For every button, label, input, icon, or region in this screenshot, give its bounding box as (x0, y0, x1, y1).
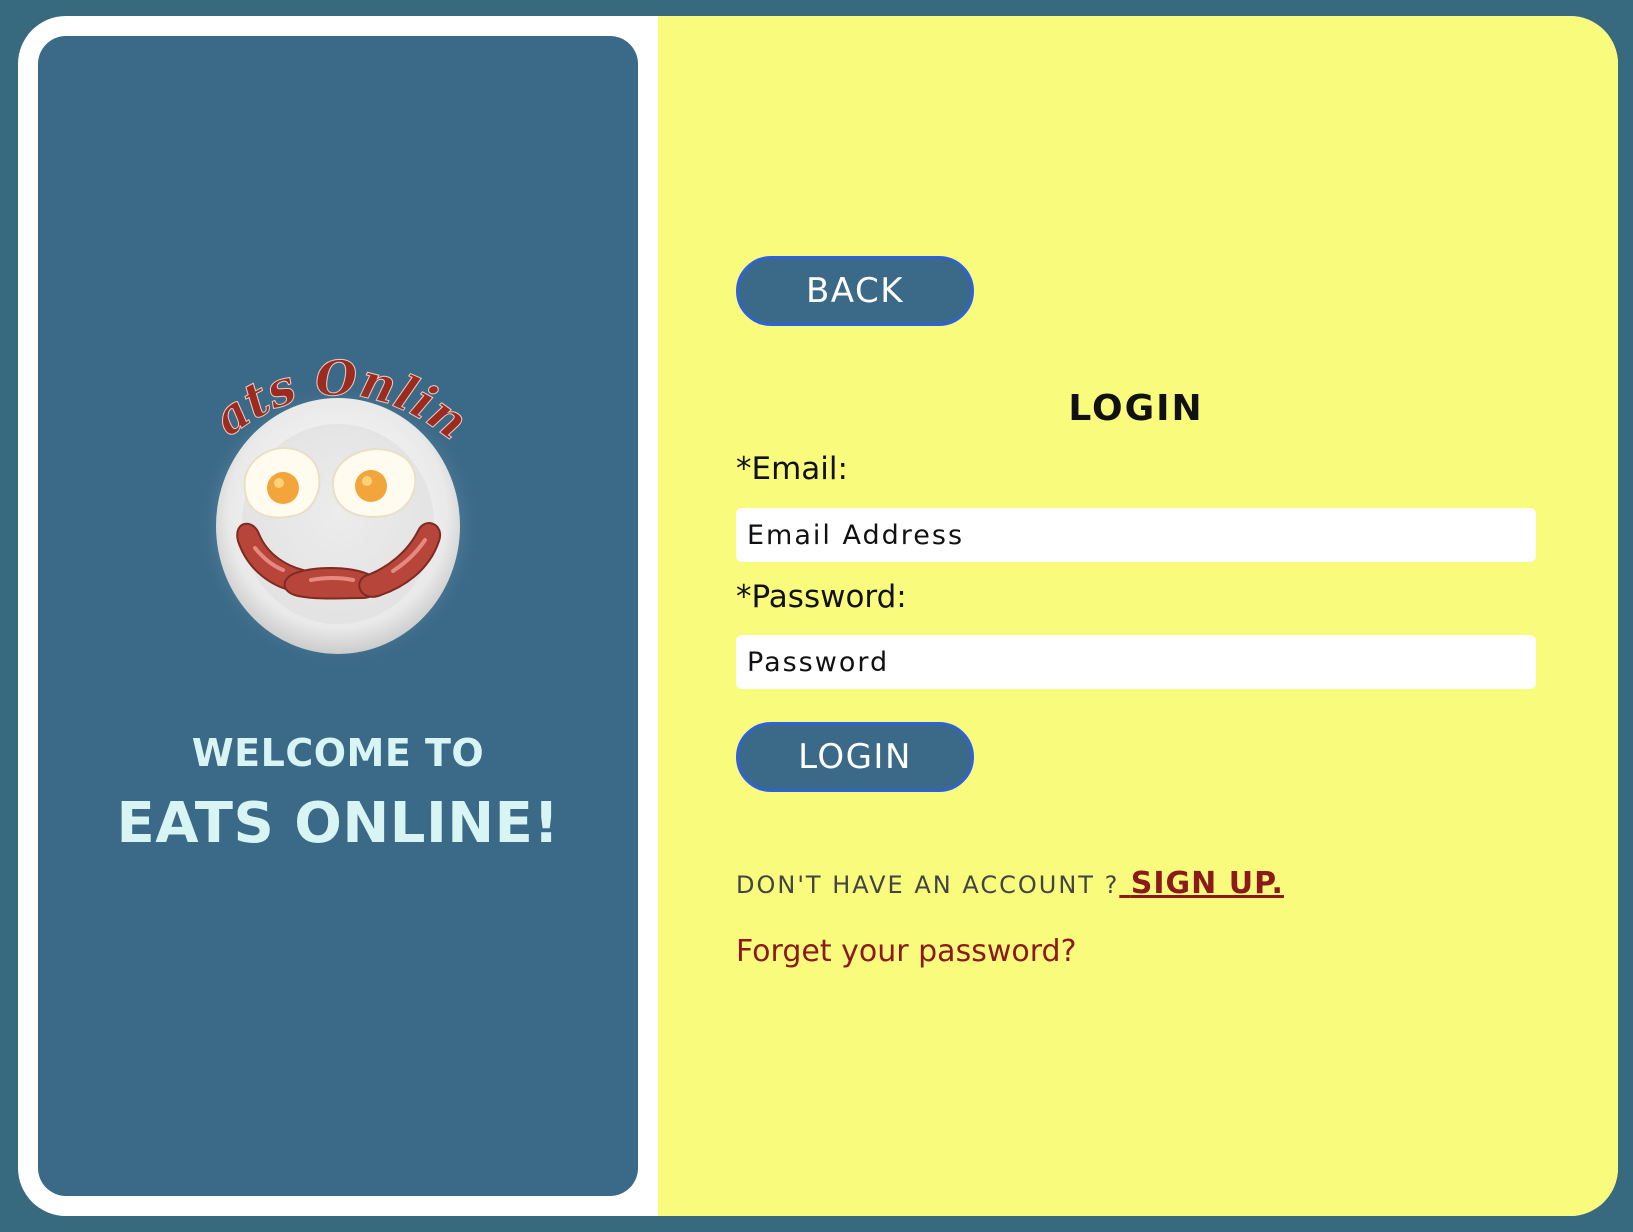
password-input[interactable] (736, 635, 1536, 689)
login-panel: BACK LOGIN *Email: *Password: LOGIN DON'… (658, 16, 1618, 1216)
login-title: LOGIN (1068, 388, 1204, 429)
welcome-panel: Eats Online WELCOME TO EATS ONLINE! (38, 36, 638, 1196)
login-button[interactable]: LOGIN (736, 722, 974, 792)
app-frame: Eats Online WELCOME TO EATS ONLINE! BACK… (18, 16, 1618, 1216)
email-label: *Email: (736, 451, 848, 487)
password-label: *Password: (736, 579, 907, 615)
forgot-password-link[interactable]: Forget your password? (736, 934, 1077, 969)
signup-link[interactable]: SIGN UP. (1119, 866, 1284, 901)
brand-heading: EATS ONLINE! (116, 791, 560, 856)
eats-online-logo: Eats Online (193, 326, 480, 666)
email-input[interactable] (736, 508, 1536, 562)
back-button[interactable]: BACK (736, 256, 974, 326)
signup-prompt: DON'T HAVE AN ACCOUNT ? SIGN UP. (736, 866, 1284, 901)
no-account-text: DON'T HAVE AN ACCOUNT ? (736, 871, 1120, 899)
signup-link-label: SIGN UP. (1130, 866, 1284, 901)
welcome-heading: WELCOME TO (191, 731, 485, 775)
